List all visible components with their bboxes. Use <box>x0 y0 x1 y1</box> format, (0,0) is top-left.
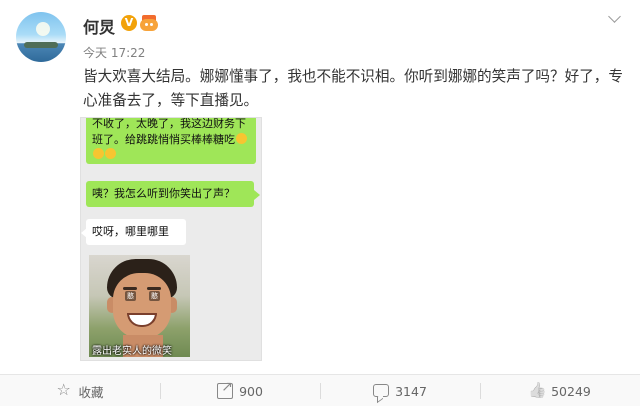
meme-tag: 憨 <box>149 291 160 301</box>
chat-message-text: 不收了，太晚了，我这边财务下班了。给跳跳悄悄买棒棒糖吃 <box>92 117 246 146</box>
meme-caption: 露出老实人的微笑 <box>92 346 172 357</box>
favorite-label: 收藏 <box>78 384 104 400</box>
weibo-post-card: 何炅 V 今天 17:22 皆大欢喜大结局。娜娜懂事了，我也不能不识相。你听到娜… <box>0 0 640 406</box>
favorite-button[interactable]: 收藏 <box>0 375 160 406</box>
meme-brow <box>123 287 137 290</box>
author-avatar[interactable] <box>16 12 66 62</box>
meme-sticker-image: 憨 憨 露出老实人的微笑 <box>89 255 190 357</box>
repost-icon <box>217 379 234 399</box>
vip-face <box>140 19 158 31</box>
post-action-bar: 收藏 900 3147 50249 <box>0 374 640 406</box>
vip-member-icon[interactable] <box>140 15 158 31</box>
emoji-icon <box>93 148 104 159</box>
chat-screenshot-image[interactable]: 不收了，太晚了，我这边财务下班了。给跳跳悄悄买棒棒糖吃 咦？我怎么听到你笑出了声… <box>80 117 262 361</box>
chevron-down-icon[interactable] <box>607 10 623 26</box>
meme-face <box>113 273 171 339</box>
emoji-icon <box>105 148 116 159</box>
comment-button[interactable]: 3147 <box>320 375 480 406</box>
author-name[interactable]: 何炅 <box>83 14 115 38</box>
avatar-island <box>24 42 58 48</box>
meme-brow <box>147 287 161 290</box>
meme-tag: 憨 <box>125 291 136 301</box>
verified-badge-icon: V <box>121 15 137 31</box>
repost-button[interactable]: 900 <box>160 375 320 406</box>
comment-count: 3147 <box>395 383 427 399</box>
comment-icon <box>373 383 390 397</box>
post-time[interactable]: 今天 17:22 <box>83 44 145 61</box>
avatar-sun <box>36 22 50 36</box>
chat-bubble-outgoing: 不收了，太晚了，我这边财务下班了。给跳跳悄悄买棒棒糖吃 <box>86 117 256 164</box>
repost-count: 900 <box>239 383 263 399</box>
vip-eye-right <box>150 23 153 26</box>
like-button[interactable]: 50249 <box>480 375 640 406</box>
emoji-icon <box>236 132 247 144</box>
chat-bubble-incoming: 哎呀，哪里哪里 <box>86 219 186 245</box>
like-count: 50249 <box>551 383 591 399</box>
vip-eye-left <box>145 23 148 26</box>
bubble-tail <box>254 190 260 200</box>
star-icon <box>56 380 72 399</box>
post-text: 皆大欢喜大结局。娜娜懂事了，我也不能不识相。你听到娜娜的笑声了吗？好了，专心准备… <box>83 68 623 109</box>
bubble-tail <box>81 228 87 238</box>
chat-bubble-outgoing: 咦？我怎么听到你笑出了声？ <box>86 181 254 207</box>
thumbs-up-icon <box>529 383 545 399</box>
